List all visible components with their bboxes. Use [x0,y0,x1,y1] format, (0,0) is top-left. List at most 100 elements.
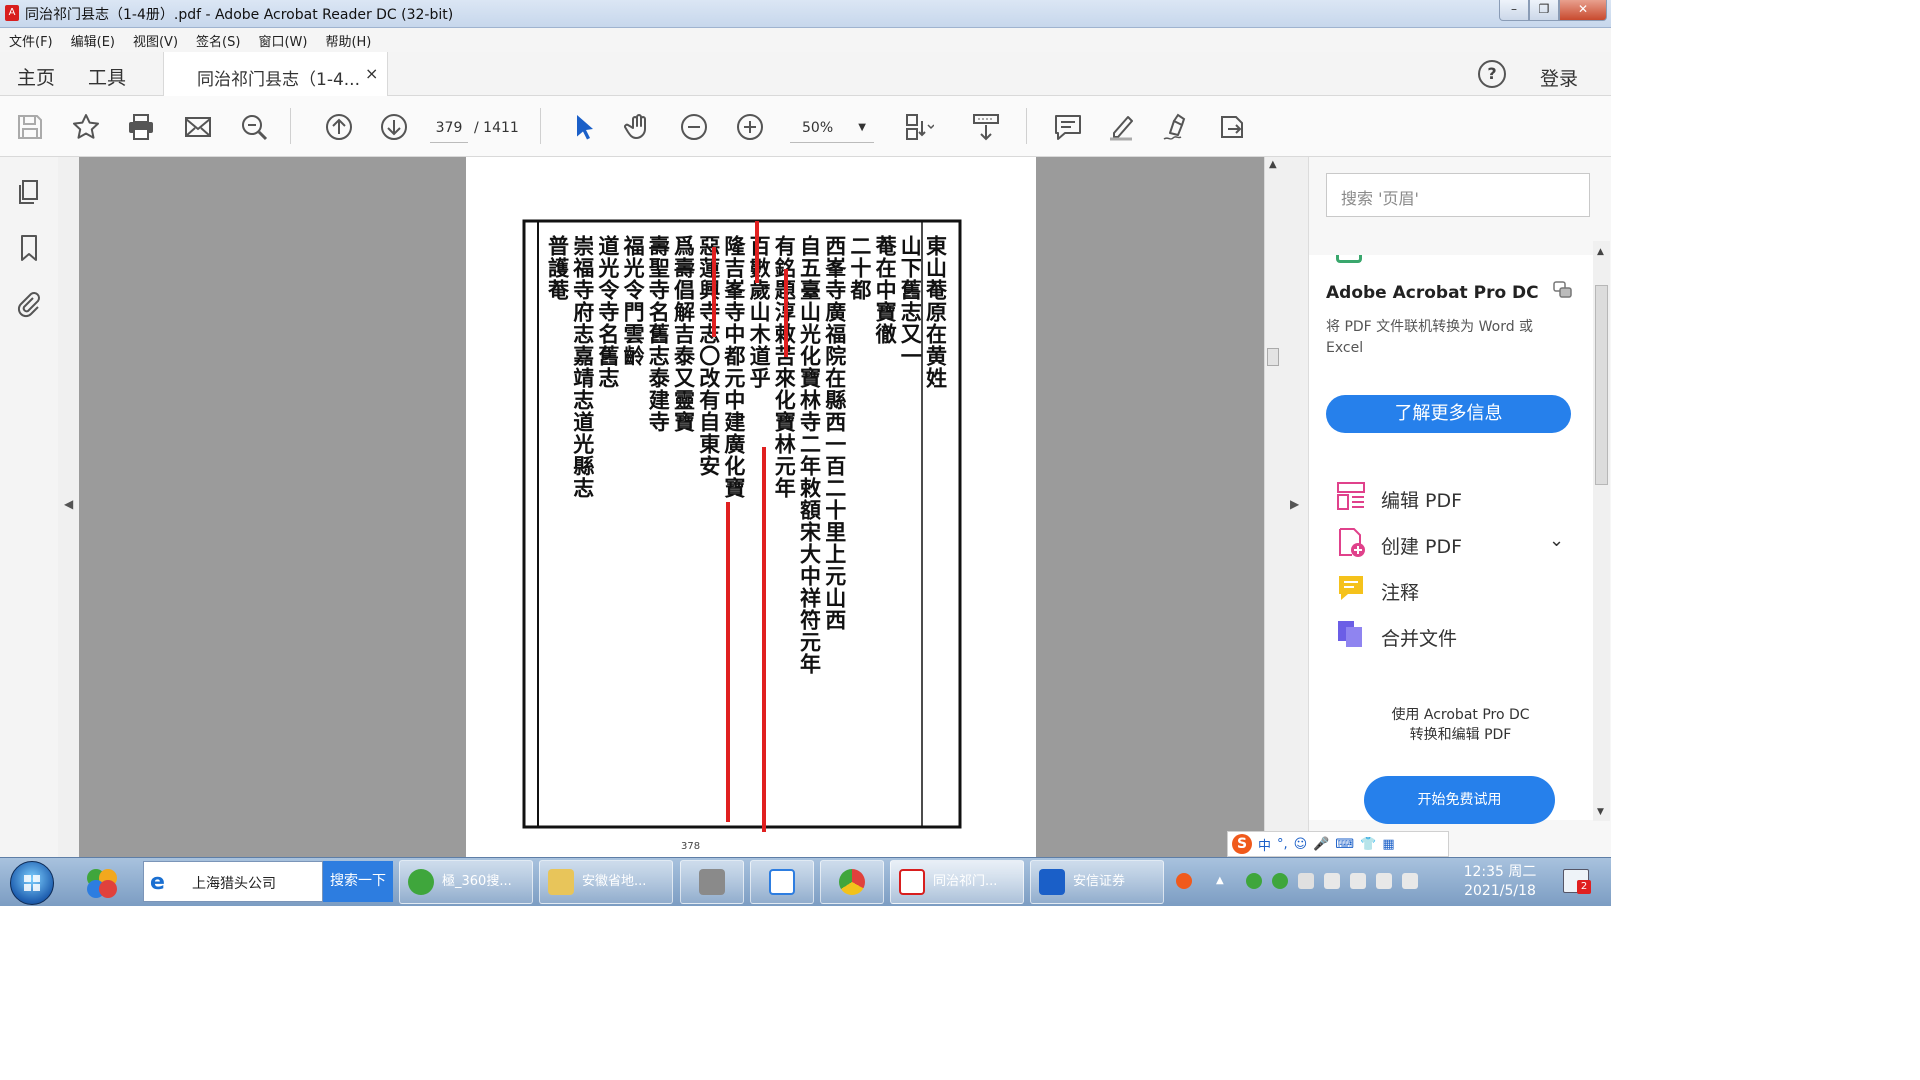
taskbar-item-securities[interactable]: 安信证券 [1030,860,1164,904]
action-center-icon[interactable]: 2 [1563,869,1591,894]
scroll-mode-icon[interactable] [970,111,1002,143]
ime-punctuation-icon[interactable]: °, [1277,837,1288,852]
zoom-value: 50% [802,120,834,136]
sign-icon[interactable] [1160,111,1192,143]
learn-more-button[interactable]: 了解更多信息 [1326,395,1571,433]
scrollbar-thumb[interactable] [1267,348,1279,366]
taskbar-item-chrome[interactable] [820,860,884,904]
bookmark-icon[interactable] [14,233,44,263]
taskbar-item-tools[interactable] [680,860,744,904]
update-tray-icon[interactable] [1402,873,1418,889]
text-column: 西峯寺廣福院在縣西一百二十里上元山西 [823,235,848,631]
360-app-icon[interactable] [83,865,121,901]
hand-icon[interactable] [623,111,655,143]
ime-keyboard-icon[interactable]: ⌨ [1335,837,1354,852]
360-tray-icon[interactable] [1246,873,1262,889]
volume-muted-icon[interactable] [1376,873,1392,889]
send-icon[interactable] [1216,111,1248,143]
menu-window[interactable]: 窗口(W) [249,31,316,50]
tool-edit-pdf[interactable]: 编辑 PDF [1336,481,1576,515]
taskbar-item-folder[interactable]: 安徽省地... [539,860,673,904]
tools-search-input[interactable]: 搜索 '页眉' [1326,173,1590,217]
page-thumbnails-icon[interactable] [14,177,44,207]
chevron-down-icon[interactable]: ⌄ [1549,530,1564,551]
start-button[interactable] [10,861,54,905]
clock-time: 12:35 周二 [1463,864,1537,880]
zoom-out-icon[interactable] [678,111,710,143]
360-guard-icon[interactable] [1272,873,1288,889]
ime-skin-icon[interactable]: 👕 [1360,837,1376,852]
device-tray-icon[interactable] [1324,873,1340,889]
taskbar-item-label: 安信证券 [1073,874,1126,889]
menu-view[interactable]: 视图(V) [124,31,187,50]
tool-combine-files[interactable]: 合并文件 [1336,619,1576,653]
tray-expand-icon[interactable]: ▲ [1216,873,1232,889]
maximize-button[interactable]: ❐ [1529,0,1559,21]
page-layout-icon[interactable] [902,111,935,143]
print-icon[interactable] [125,111,157,143]
sogou-ime-icon[interactable]: S [1232,834,1252,854]
scanned-page: 東山菴原在黄姓山下舊志又一菴在中寶徹二十都西峯寺廣福院在縣西一百二十里上元山西自… [522,219,962,852]
tab-tools[interactable]: 工具 [88,63,126,90]
document-scrollbar[interactable]: ▲ [1264,157,1282,857]
find-zoom-icon[interactable] [238,111,270,143]
folder-icon [548,869,574,895]
mail-icon[interactable] [182,111,214,143]
ime-toolbox-icon[interactable]: ▦ [1382,837,1394,852]
help-icon[interactable]: ? [1478,60,1506,88]
taskbar-search-button[interactable]: 搜索一下 [323,861,393,902]
free-trial-button[interactable]: 开始免费试用 [1364,776,1555,824]
taskbar-item-label: 同治祁门... [933,874,998,889]
ime-emoji-icon[interactable]: ☺ [1294,837,1308,852]
toolbar-separator [290,108,291,144]
clock-date: 2021/5/18 [1464,883,1536,899]
ime-voice-icon[interactable]: 🎤 [1313,837,1329,852]
tool-create-pdf[interactable]: 创建 PDF ⌄ [1336,527,1576,561]
page-down-icon[interactable] [378,111,410,143]
ime-toolbar[interactable]: S 中 °, ☺ 🎤 ⌨ 👕 ▦ [1227,831,1449,857]
menu-edit[interactable]: 编辑(E) [62,31,124,50]
window-controls: – ❐ ✕ [1499,0,1607,22]
taskbar-item-360-browser[interactable]: 極_360搜... [399,860,533,904]
page-up-icon[interactable] [323,111,355,143]
menu-help[interactable]: 帮助(H) [316,31,380,50]
taskbar-item-netdisk[interactable] [750,860,814,904]
tab-document[interactable]: 同治祁门县志（1-4... × [163,52,388,96]
scroll-down-icon[interactable]: ▼ [1597,807,1604,817]
text-column: 福光令門雲齡 [621,235,646,367]
tab-home[interactable]: 主页 [17,63,55,90]
scrollbar-thumb[interactable] [1595,285,1608,485]
share-icon[interactable] [1553,281,1573,299]
select-cursor-icon[interactable] [568,111,600,143]
sogou-tray-icon[interactable] [1176,873,1192,889]
taskbar-item-acrobat[interactable]: 同治祁门... [890,860,1024,904]
taskbar-search-input[interactable]: e 上海猎头公司 [143,861,323,902]
document-view[interactable]: 東山菴原在黄姓 山下舊志又一 菴在中寶徹 二十都 西峯寺廣福院在縣西一百二十里上元山西自… [79,157,1264,857]
zoom-in-icon[interactable] [734,111,766,143]
menu-file[interactable]: 文件(F) [0,31,62,50]
right-tools-pane: 搜索 '页眉' Adobe Acrobat Pro DC 将 PDF 文件联机转… [1308,157,1611,857]
page-number-input[interactable]: 379 [430,114,468,143]
attachment-icon[interactable] [14,289,44,319]
right-pane-toggle[interactable]: ▶ [1281,157,1308,857]
text-column: 二十都 [848,235,873,301]
close-tab-icon[interactable]: × [365,64,378,83]
left-pane-collapse[interactable]: ◀ [58,157,80,857]
menu-sign[interactable]: 签名(S) [187,31,249,50]
highlight-pen-icon[interactable] [1106,111,1138,143]
zoom-select[interactable]: 50% ▼ [790,114,874,143]
tool-comment[interactable]: 注释 [1336,573,1576,607]
comment-icon[interactable] [1052,111,1084,143]
network-icon[interactable] [1350,873,1366,889]
login-button[interactable]: 登录 [1540,64,1578,91]
promo-line: 转换和编辑 PDF [1409,727,1512,743]
minimize-button[interactable]: – [1499,0,1529,21]
security-tray-icon[interactable] [1298,873,1314,889]
ime-mode[interactable]: 中 [1258,835,1271,854]
close-button[interactable]: ✕ [1559,0,1607,21]
clock[interactable]: 12:35 周二 2021/5/18 [1450,863,1550,901]
save-icon[interactable] [14,111,46,143]
star-icon[interactable] [70,111,102,143]
scroll-up-icon[interactable]: ▲ [1269,159,1277,170]
scroll-up-icon[interactable]: ▲ [1597,247,1604,257]
